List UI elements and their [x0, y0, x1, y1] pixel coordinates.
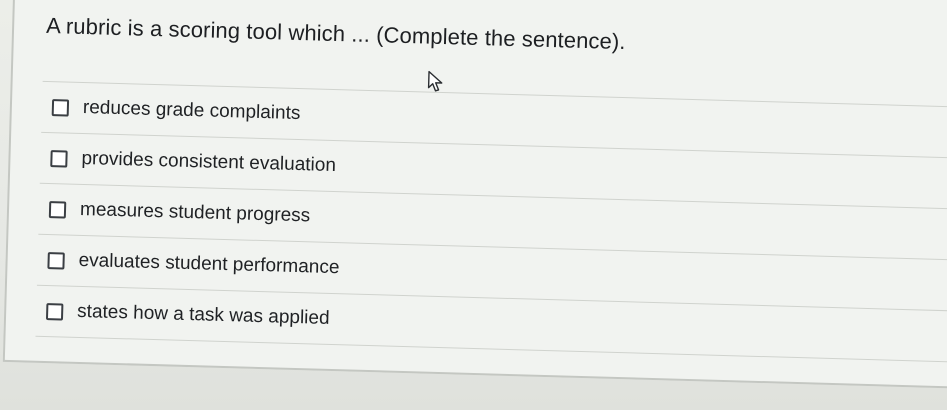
question-text: A rubric is a scoring tool which ... (Co…: [45, 12, 626, 55]
arrow-pointer-icon: [427, 70, 443, 92]
option-label: measures student progress: [79, 198, 311, 227]
option-label: reduces grade complaints: [82, 96, 301, 125]
checkbox[interactable]: [47, 251, 65, 270]
screen: A rubric is a scoring tool which ... (Co…: [0, 0, 947, 410]
question-panel: A rubric is a scoring tool which ... (Co…: [2, 0, 947, 390]
answer-options: reduces grade complaints provides consis…: [35, 80, 947, 363]
checkbox[interactable]: [51, 98, 70, 117]
checkbox[interactable]: [50, 149, 68, 168]
checkbox[interactable]: [48, 200, 67, 219]
option-label: provides consistent evaluation: [81, 147, 337, 177]
option-label: evaluates student performance: [78, 249, 340, 279]
option-label: states how a task was applied: [76, 300, 330, 329]
checkbox[interactable]: [45, 302, 64, 321]
